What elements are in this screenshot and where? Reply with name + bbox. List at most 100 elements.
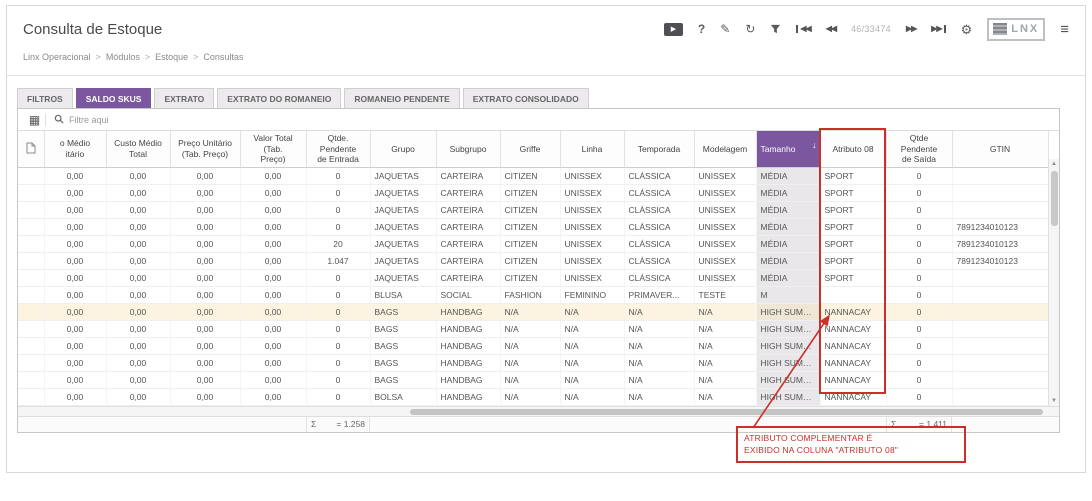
cell-temporada[interactable]: CLÁSSICA (624, 235, 695, 253)
cell-preco-unitario[interactable]: 0,00 (170, 371, 241, 389)
column-chooser-icon[interactable]: ▦ (24, 113, 46, 126)
column-header-gtin[interactable]: GTIN (952, 131, 1049, 168)
menu-hamburger-icon[interactable]: ≡ (1060, 22, 1069, 37)
cell-modelagem[interactable]: N/A (694, 354, 757, 372)
cell-custo-medio-unitario[interactable]: 0,00 (44, 201, 107, 219)
cell-valor-total[interactable]: 0,00 (240, 235, 307, 253)
cell-qtde-pendente-entrada[interactable]: 0 (306, 354, 371, 372)
vertical-scrollbar-thumb[interactable] (1051, 171, 1058, 226)
cell-preco-unitario[interactable]: 0,00 (170, 320, 241, 338)
cell-atributo-08[interactable]: SPORT (820, 235, 887, 253)
video-help-icon[interactable]: ▶ (663, 22, 683, 36)
column-header-atributo-08[interactable]: Atributo 08 (820, 131, 887, 168)
cell-grupo[interactable]: BAGS (370, 303, 437, 321)
cell-icon[interactable] (18, 371, 45, 389)
cell-atributo-08[interactable]: NANNACAY (820, 337, 887, 355)
cell-icon[interactable] (18, 388, 45, 406)
cell-modelagem[interactable]: N/A (694, 337, 757, 355)
column-header-linha[interactable]: Linha (560, 131, 625, 168)
cell-linha[interactable]: N/A (560, 337, 625, 355)
cell-custo-medio-total[interactable]: 0,00 (106, 167, 171, 185)
cell-subgrupo[interactable]: CARTEIRA (436, 235, 501, 253)
cell-preco-unitario[interactable]: 0,00 (170, 286, 241, 304)
refresh-icon[interactable]: ↻ (745, 23, 755, 35)
cell-custo-medio-total[interactable]: 0,00 (106, 184, 171, 202)
cell-tamanho[interactable]: MÉDIA (756, 184, 821, 202)
column-header-preco-unitario[interactable]: Preço Unitário (Tab. Preço) (170, 131, 241, 168)
cell-custo-medio-unitario[interactable]: 0,00 (44, 218, 107, 236)
tab-saldo-skus[interactable]: SALDO SKUS (75, 88, 152, 108)
cell-custo-medio-unitario[interactable]: 0,00 (44, 371, 107, 389)
cell-custo-medio-total[interactable]: 0,00 (106, 303, 171, 321)
cell-subgrupo[interactable]: CARTEIRA (436, 269, 501, 287)
column-header-modelagem[interactable]: Modelagem (694, 131, 757, 168)
cell-gtin[interactable] (952, 354, 1049, 372)
cell-qtde-pendente-saida[interactable]: 0 (886, 303, 953, 321)
cell-custo-medio-total[interactable]: 0,00 (106, 286, 171, 304)
cell-valor-total[interactable]: 0,00 (240, 252, 307, 270)
cell-qtde-pendente-saida[interactable]: 0 (886, 184, 953, 202)
cell-grupo[interactable]: JAQUETAS (370, 184, 437, 202)
cell-modelagem[interactable]: UNISSEX (694, 201, 757, 219)
cell-custo-medio-unitario[interactable]: 0,00 (44, 303, 107, 321)
scroll-down-icon[interactable]: ▼ (1051, 398, 1057, 404)
tab-filtros[interactable]: FILTROS (17, 88, 73, 108)
cell-linha[interactable]: FEMININO (560, 286, 625, 304)
cell-qtde-pendente-entrada[interactable]: 0 (306, 320, 371, 338)
cell-temporada[interactable]: N/A (624, 303, 695, 321)
cell-modelagem[interactable]: TESTE (694, 286, 757, 304)
cell-custo-medio-total[interactable]: 0,00 (106, 252, 171, 270)
breadcrumb-item[interactable]: Estoque (155, 52, 188, 62)
cell-icon[interactable] (18, 218, 45, 236)
cell-qtde-pendente-entrada[interactable]: 0 (306, 303, 371, 321)
cell-temporada[interactable]: CLÁSSICA (624, 167, 695, 185)
cell-qtde-pendente-entrada[interactable]: 0 (306, 269, 371, 287)
cell-tamanho[interactable]: HIGH SUMMER ... (756, 337, 821, 355)
cell-temporada[interactable]: CLÁSSICA (624, 218, 695, 236)
cell-griffe[interactable]: N/A (500, 371, 561, 389)
cell-qtde-pendente-saida[interactable]: 0 (886, 320, 953, 338)
cell-icon[interactable] (18, 286, 45, 304)
scroll-up-icon[interactable]: ▲ (1051, 161, 1057, 167)
cell-tamanho[interactable]: MÉDIA (756, 252, 821, 270)
breadcrumb-item[interactable]: Linx Operacional (23, 52, 91, 62)
cell-atributo-08[interactable]: SPORT (820, 184, 887, 202)
cell-valor-total[interactable]: 0,00 (240, 201, 307, 219)
cell-qtde-pendente-saida[interactable]: 0 (886, 201, 953, 219)
cell-temporada[interactable]: N/A (624, 354, 695, 372)
cell-gtin[interactable] (952, 167, 1049, 185)
cell-griffe[interactable]: FASHION (500, 286, 561, 304)
eraser-icon[interactable]: ✎ (720, 23, 730, 35)
cell-icon[interactable] (18, 201, 45, 219)
cell-gtin[interactable] (952, 286, 1049, 304)
cell-grupo[interactable]: BOLSA (370, 388, 437, 406)
cell-atributo-08[interactable] (820, 286, 887, 304)
cell-atributo-08[interactable]: SPORT (820, 167, 887, 185)
cell-custo-medio-unitario[interactable]: 0,00 (44, 388, 107, 406)
cell-subgrupo[interactable]: HANDBAG (436, 303, 501, 321)
cell-preco-unitario[interactable]: 0,00 (170, 201, 241, 219)
first-record-icon[interactable]: ◀◀ (796, 25, 812, 33)
cell-custo-medio-total[interactable]: 0,00 (106, 388, 171, 406)
next-record-icon[interactable]: ▶▶ (906, 25, 917, 33)
cell-grupo[interactable]: BAGS (370, 354, 437, 372)
cell-griffe[interactable]: CITIZEN (500, 167, 561, 185)
cell-qtde-pendente-entrada[interactable]: 0 (306, 388, 371, 406)
cell-atributo-08[interactable]: NANNACAY (820, 303, 887, 321)
cell-modelagem[interactable]: UNISSEX (694, 184, 757, 202)
cell-preco-unitario[interactable]: 0,00 (170, 184, 241, 202)
cell-tamanho[interactable]: MÉDIA (756, 201, 821, 219)
cell-temporada[interactable]: CLÁSSICA (624, 252, 695, 270)
cell-grupo[interactable]: JAQUETAS (370, 201, 437, 219)
cell-gtin[interactable] (952, 201, 1049, 219)
cell-temporada[interactable]: PRIMAVER... (624, 286, 695, 304)
cell-subgrupo[interactable]: CARTEIRA (436, 201, 501, 219)
table-row[interactable]: 0,00 0,00 0,00 0,00 0 JAQUETAS CARTEIRA CITIZEN… (18, 269, 1049, 287)
cell-griffe[interactable]: CITIZEN (500, 269, 561, 287)
cell-preco-unitario[interactable]: 0,00 (170, 337, 241, 355)
table-row[interactable]: 0,00 0,00 0,00 0,00 0 BAGS HANDBAG N/A N/A N/A N/A… (18, 303, 1049, 321)
cell-grupo[interactable]: JAQUETAS (370, 252, 437, 270)
cell-subgrupo[interactable]: CARTEIRA (436, 218, 501, 236)
table-row[interactable]: 0,00 0,00 0,00 0,00 1.047 JAQUETAS CARTEIRA CIT… (18, 252, 1049, 270)
cell-subgrupo[interactable]: CARTEIRA (436, 167, 501, 185)
